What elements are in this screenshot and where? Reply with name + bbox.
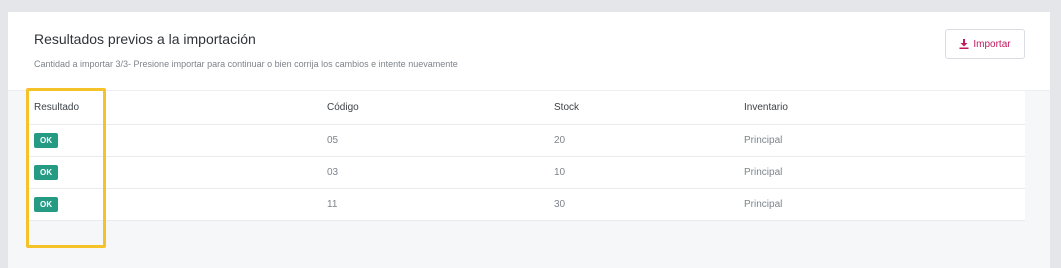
download-icon — [959, 39, 969, 49]
table-row: OK 05 20 Principal — [26, 124, 1025, 157]
code-cell: 05 — [319, 124, 546, 157]
result-cell: OK — [26, 124, 319, 157]
code-cell: 11 — [319, 188, 546, 221]
stock-cell: 10 — [546, 156, 736, 189]
page-subtitle: Cantidad a importar 3/3- Presione import… — [34, 59, 458, 69]
result-cell: OK — [26, 156, 319, 189]
inventory-cell: Principal — [736, 124, 1025, 157]
page-title: Resultados previos a la importación — [34, 31, 256, 47]
import-button-label: Importar — [973, 38, 1011, 50]
result-cell: OK — [26, 188, 319, 221]
table-header-row: Resultado Código Stock Inventario — [26, 91, 1025, 125]
results-table: Resultado Código Stock Inventario OK 05 … — [26, 91, 1025, 221]
column-header-resultado[interactable]: Resultado — [26, 91, 319, 125]
column-header-stock[interactable]: Stock — [546, 91, 736, 125]
stock-cell: 30 — [546, 188, 736, 221]
status-badge: OK — [34, 197, 59, 212]
table-row: OK 11 30 Principal — [26, 188, 1025, 221]
table-row: OK 03 10 Principal — [26, 156, 1025, 189]
stock-cell: 20 — [546, 124, 736, 157]
status-badge: OK — [34, 165, 59, 180]
inventory-cell: Principal — [736, 156, 1025, 189]
inventory-cell: Principal — [736, 188, 1025, 221]
status-badge: OK — [34, 133, 59, 148]
import-button[interactable]: Importar — [945, 29, 1025, 59]
column-header-codigo[interactable]: Código — [319, 91, 546, 125]
card-header: Resultados previos a la importación Cant… — [8, 12, 1050, 91]
column-header-inventario[interactable]: Inventario — [736, 91, 1025, 125]
results-table-container: Resultado Código Stock Inventario OK 05 … — [26, 91, 1025, 221]
code-cell: 03 — [319, 156, 546, 189]
